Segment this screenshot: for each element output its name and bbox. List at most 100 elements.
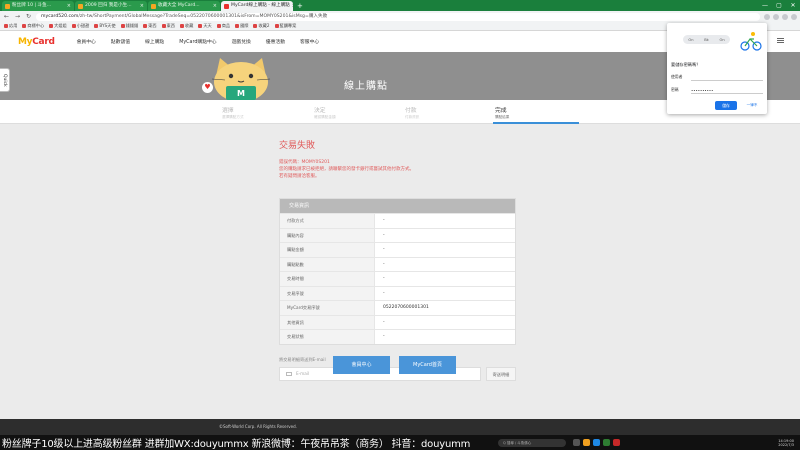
bookmark-item[interactable]: BYS天使 xyxy=(94,23,116,29)
bookmark-favicon-icon xyxy=(94,24,99,28)
taskbar-app-icon[interactable] xyxy=(583,439,590,446)
bookmark-label: 東西 xyxy=(148,23,157,28)
bookmark-favicon-icon xyxy=(22,24,27,28)
bookmark-favicon-icon xyxy=(198,24,203,28)
heart-icon[interactable]: ♥ xyxy=(202,82,213,93)
table-row: 其他資訊 - xyxy=(280,314,515,330)
send-email-button[interactable]: 寄送明細 xyxy=(486,366,516,381)
bookmark-item[interactable]: 東西 xyxy=(161,23,175,29)
taskbar: Q 搜尋 / 斗魚佛心 14:19:00 2022/7/3 xyxy=(470,438,800,447)
reload-icon[interactable]: ↻ xyxy=(25,13,32,20)
popup-password-row: 密碼 •••••••••• xyxy=(671,86,763,94)
star-icon[interactable] xyxy=(773,13,779,20)
bookmark-label: 応用 xyxy=(9,23,18,28)
bookmark-favicon-icon xyxy=(49,24,54,28)
step-subtitle: 選擇購點方式 xyxy=(222,115,244,119)
nav-game-exchange[interactable]: 遊戲兌換 xyxy=(232,38,251,45)
close-window-icon[interactable]: ✕ xyxy=(786,0,800,11)
stream-overlay-bar: 粉丝牌子10级以上进高级粉丝群 进群加WX:douyummx 新浪微博：午夜吊吊… xyxy=(0,435,800,450)
bookmark-favicon-icon xyxy=(71,24,76,28)
bookmark-label: 藍鑽專案 xyxy=(279,23,297,28)
bookmark-favicon-icon xyxy=(216,24,221,28)
nav-support[interactable]: 客服中心 xyxy=(300,38,319,45)
taskbar-app-icon[interactable] xyxy=(603,439,610,446)
browser-tab-1[interactable]: 粉丝牌 10 | 斗鱼... × xyxy=(2,1,74,11)
mycard-home-button[interactable]: MyCard首頁 xyxy=(399,356,456,374)
tab-label: 粉丝牌 10 | 斗鱼... xyxy=(12,3,52,8)
browser-tab-active[interactable]: MyCard線上購點 - 線上購點× xyxy=(221,1,293,11)
nav-promotions[interactable]: 優惠活動 xyxy=(266,38,285,45)
member-center-button[interactable]: 會員中心 xyxy=(333,356,390,374)
bookmark-item[interactable]: 商標中心 xyxy=(22,23,44,29)
mycard-logo[interactable]: MyCard xyxy=(18,37,55,47)
bookmark-item[interactable]: 商品 xyxy=(216,23,230,29)
close-tab-icon[interactable]: × xyxy=(213,1,217,11)
password-field[interactable]: •••••••••• xyxy=(691,87,763,94)
new-tab-icon[interactable]: + xyxy=(294,1,306,11)
popup-toggle[interactable]: On Bk On xyxy=(683,35,730,44)
window-controls: — ▢ ✕ xyxy=(758,0,800,11)
bookmark-item[interactable]: 錢錢錢 xyxy=(120,23,138,29)
clock-date: 2022/7/3 xyxy=(778,442,794,447)
nav-online-buy[interactable]: 線上購點 xyxy=(145,38,164,45)
bookmark-item[interactable]: 天天 xyxy=(198,23,212,29)
error-title: 交易失敗 xyxy=(279,141,316,151)
url-input[interactable]: mycard520.com/zh-tw/ShortPayment/GlobalM… xyxy=(36,12,760,21)
browser-tab-3[interactable]: 收藏大全 MyCard... × xyxy=(148,1,220,11)
bookmark-item[interactable]: 收藏 xyxy=(179,23,193,29)
bookmark-item[interactable]: 応用 xyxy=(4,23,17,29)
table-row: 交易時間 - xyxy=(280,271,515,286)
taskbar-app-icon[interactable] xyxy=(593,439,600,446)
cat-mascot-icon: M xyxy=(211,58,271,100)
taskbar-app-icon[interactable] xyxy=(573,439,580,446)
bookmark-label: 收藏2 xyxy=(258,23,270,28)
nav-member[interactable]: 會員中心 xyxy=(77,38,96,45)
taskbar-search[interactable]: Q 搜尋 / 斗魚佛心 xyxy=(498,438,566,447)
back-icon[interactable]: ← xyxy=(3,13,10,20)
email-placeholder: E-mail xyxy=(296,370,310,376)
bookmark-favicon-icon xyxy=(235,24,240,28)
forward-icon[interactable]: → xyxy=(14,13,21,20)
error-code: 錯誤代碼：MOMY0S201 xyxy=(279,160,330,165)
extensions-icon[interactable] xyxy=(782,13,788,20)
row-label: 交易序號 xyxy=(280,286,375,301)
bookmark-item[interactable]: 藍鑽專案 xyxy=(274,23,297,29)
nav-buy-center[interactable]: MyCard購點中心 xyxy=(179,38,216,45)
bookmark-label: 東西 xyxy=(166,23,175,28)
bookmark-favicon-icon xyxy=(161,24,166,28)
never-save-button[interactable]: 一律不 xyxy=(741,101,763,110)
tab-label: 2009 回归 我是小生... xyxy=(85,3,132,8)
row-label: 其他資訊 xyxy=(280,315,375,330)
table-row: 購點點數 - xyxy=(280,256,515,272)
close-tab-icon[interactable]: × xyxy=(67,1,71,11)
hamburger-menu-icon[interactable] xyxy=(777,38,784,43)
bookmark-item[interactable]: 東西 xyxy=(143,23,157,29)
result-panel: 交易失敗 錯誤代碼：MOMY0S201 您的購點請求已被拒絕，請聯繫您的發卡銀行… xyxy=(279,138,516,381)
table-row: 交易序號 - xyxy=(280,285,515,301)
table-row: 交易狀態 - xyxy=(280,329,515,344)
row-value: 0522070600001301 xyxy=(383,305,429,311)
save-password-button[interactable]: 儲存 xyxy=(715,101,737,110)
bookmark-item[interactable]: 小甜甜 xyxy=(71,23,89,29)
error-message: 您的購點請求已被拒絕，請聯繫您的發卡銀行或嘗試其他付款方式。 xyxy=(279,166,414,172)
step-confirm: 決定 確認購點金額 xyxy=(312,100,384,124)
taskbar-clock: 14:19:00 2022/7/3 xyxy=(778,439,800,447)
nav-topup[interactable]: 點數儲值 xyxy=(111,38,130,45)
key-icon[interactable] xyxy=(764,13,770,20)
minimize-icon[interactable]: — xyxy=(758,0,772,11)
row-value: - xyxy=(383,261,385,267)
bookmark-item[interactable]: 大姐姐 xyxy=(49,23,67,29)
bookmark-item[interactable]: 國際 xyxy=(235,23,248,29)
maximize-icon[interactable]: ▢ xyxy=(772,0,786,11)
taskbar-app-icon[interactable] xyxy=(613,439,620,446)
username-field[interactable] xyxy=(691,74,763,81)
bookmark-favicon-icon xyxy=(120,24,125,28)
bookmark-label: 國際 xyxy=(240,23,249,28)
quick-sidebar-tab[interactable]: Quick xyxy=(0,68,10,92)
profile-icon[interactable] xyxy=(791,13,797,20)
bookmark-item[interactable]: 收藏2 xyxy=(253,23,270,29)
close-tab-icon[interactable]: × xyxy=(140,1,144,11)
browser-tab-2[interactable]: 2009 回归 我是小生... × xyxy=(75,1,147,11)
close-tab-icon[interactable]: × xyxy=(292,1,293,11)
toolbar-icons xyxy=(764,13,797,20)
